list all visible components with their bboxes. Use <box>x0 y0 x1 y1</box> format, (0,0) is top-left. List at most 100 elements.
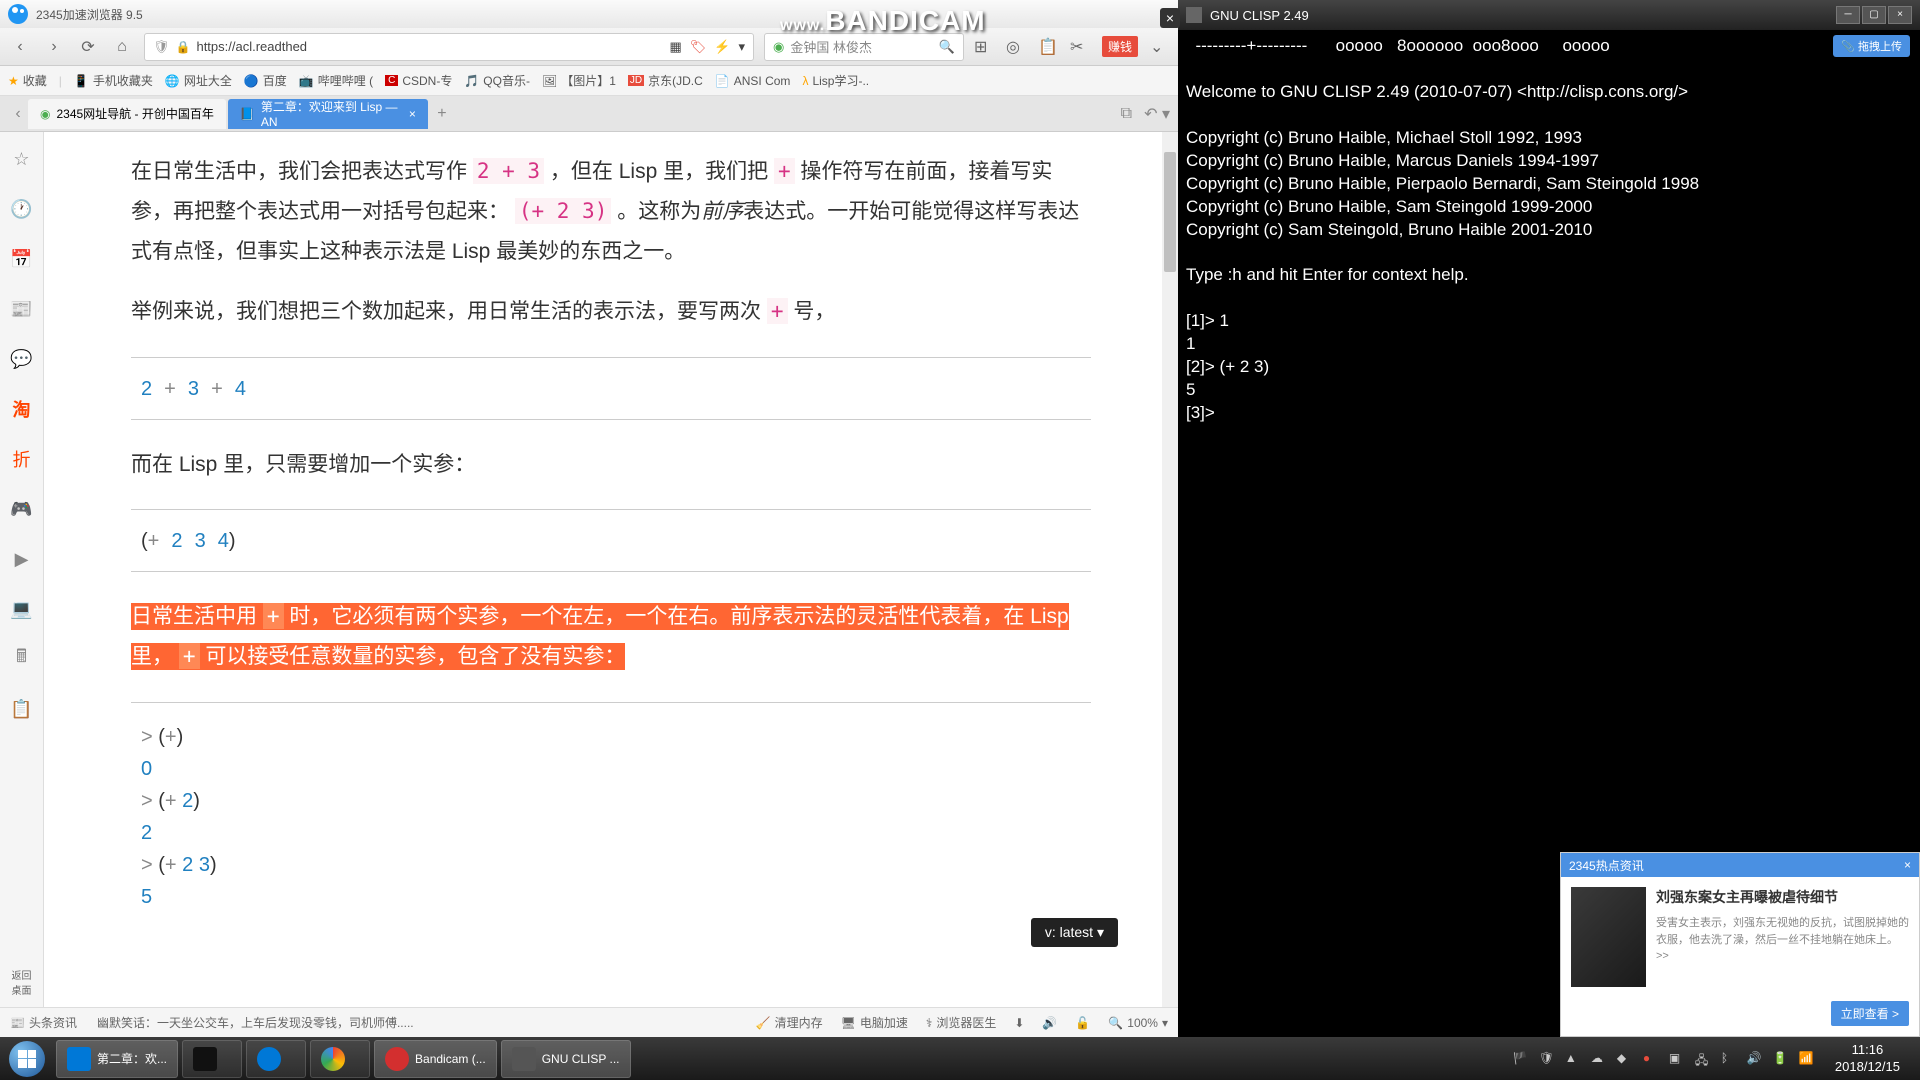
taskbar-clock[interactable]: 11:16 2018/12/15 <box>1825 1042 1910 1076</box>
start-button[interactable] <box>0 1037 54 1080</box>
taskbar-item-cmd[interactable] <box>182 1040 242 1078</box>
taskbar-item-bandicam[interactable]: Bandicam (... <box>374 1040 497 1078</box>
clean-memory-button[interactable]: 🧹清理内存 <box>756 1014 823 1031</box>
status-joke[interactable]: 幽默笑话：一天坐公交车，上车后发现没零钱，司机师傅..... <box>97 1014 414 1031</box>
bookmark-item[interactable]: 📺哔哩哔哩 ( <box>299 72 373 89</box>
bookmark-item[interactable]: JD京东(JD.C <box>628 72 703 89</box>
tray-rec-icon[interactable]: ● <box>1643 1051 1659 1067</box>
grid-icon[interactable]: ⊞ <box>974 37 994 57</box>
tray-up-icon[interactable]: ▲ <box>1565 1051 1581 1067</box>
bookmark-item[interactable]: 📄ANSI Com <box>715 74 791 88</box>
rail-news-icon[interactable]: 📰 <box>10 297 34 321</box>
taskbar-item-chrome[interactable] <box>310 1040 370 1078</box>
tray-wifi-icon[interactable]: 📶 <box>1799 1051 1815 1067</box>
news-close-button[interactable]: × <box>1904 858 1911 872</box>
maximize-button[interactable]: ▢ <box>1862 6 1886 24</box>
paragraph: 举例来说，我们想把三个数加起来，用日常生活的表示法，要写两次 + 号， <box>131 292 1091 332</box>
tray-item-icon[interactable]: ▣ <box>1669 1051 1685 1067</box>
new-tab-button[interactable]: + <box>430 105 454 123</box>
url-text: https://acl.readthed <box>196 39 307 54</box>
tray-cloud-icon[interactable]: ☁ <box>1591 1051 1607 1067</box>
tray-flag-icon[interactable]: 🏴 <box>1513 1051 1529 1067</box>
rail-calc-icon[interactable]: 🖩 <box>10 647 34 671</box>
tag-icon[interactable]: 🏷 <box>690 39 707 55</box>
favorites-button[interactable]: ★收藏 <box>8 72 47 89</box>
minimize-button[interactable]: ─ <box>1836 6 1860 24</box>
scrollbar-thumb[interactable] <box>1164 152 1176 272</box>
tab-lisp-doc[interactable]: 📘 第二章：欢迎来到 Lisp — AN × <box>228 99 428 129</box>
rail-list-icon[interactable]: 📋 <box>10 697 34 721</box>
status-bar: 📰头条资讯 幽默笑话：一天坐公交车，上车后发现没零钱，司机师傅..... 🧹清理… <box>0 1007 1178 1037</box>
bookmark-item[interactable]: 🌐网址大全 <box>165 72 232 89</box>
rail-star-icon[interactable]: ☆ <box>10 147 34 171</box>
back-button[interactable]: ‹ <box>8 35 32 59</box>
rail-taobao-icon[interactable]: 淘 <box>10 397 34 421</box>
bookmark-item[interactable]: 🎵QQ音乐- <box>464 72 530 89</box>
tray-shield-icon[interactable]: 🛡 <box>1539 1051 1555 1067</box>
browser-titlebar: 2345加速浏览器 9.5 <box>0 0 1178 28</box>
tray-battery-icon[interactable]: 🔋 <box>1773 1051 1789 1067</box>
news-popup: 2345热点资讯 × 刘强东案女主再曝被虐待细节 受害女主表示，刘强东无视她的反… <box>1560 852 1920 1037</box>
scissors-icon[interactable]: ✂ <box>1070 37 1090 57</box>
tab-close-button[interactable]: × <box>409 107 416 121</box>
terminal-output[interactable]: ---------+--------- ooooo 8oooooo ooo8oo… <box>1178 30 1920 430</box>
bookmark-item[interactable]: CCSDN-专 <box>385 72 452 89</box>
version-badge[interactable]: v: latest ▾ <box>1031 918 1118 947</box>
search-icon[interactable]: 🔍 <box>939 39 955 55</box>
news-description: 受害女主表示，刘强东无视她的反抗，试图脱掉她的衣服，他去洗了澡，然后一丝不挂地躺… <box>1656 915 1909 965</box>
bookmark-item[interactable]: 🔵百度 <box>244 72 287 89</box>
bookmark-item[interactable]: λLisp学习-.. <box>802 72 869 89</box>
address-bar[interactable]: 🛡 🔒 https://acl.readthed ▦ 🏷 ⚡ ▾ <box>144 33 754 61</box>
upload-badge[interactable]: 📎 拖拽上传 <box>1833 35 1910 57</box>
tray-bluetooth-icon[interactable]: ᛒ <box>1721 1051 1737 1067</box>
doctor-button[interactable]: ⚕浏览器医生 <box>926 1014 997 1031</box>
speed-button[interactable]: 🖥电脑加速 <box>841 1014 908 1031</box>
zoom-control[interactable]: 🔍 100% ▾ <box>1108 1016 1168 1030</box>
chrome-icon <box>321 1047 345 1071</box>
rail-pc-icon[interactable]: 💻 <box>10 597 34 621</box>
taskbar-item-ie[interactable] <box>246 1040 306 1078</box>
split-icon[interactable]: ⧉ <box>1121 105 1132 123</box>
qr-icon[interactable]: ▦ <box>669 39 681 55</box>
tray-network-icon[interactable]: 🖧 <box>1695 1051 1711 1067</box>
lightning-icon[interactable]: ⚡ <box>714 39 730 55</box>
close-button[interactable]: × <box>1888 6 1912 24</box>
news-view-button[interactable]: 立即查看 > <box>1831 1001 1909 1026</box>
tray-app-icon[interactable]: ◆ <box>1617 1051 1633 1067</box>
news-title[interactable]: 刘强东案女主再曝被虐待细节 <box>1656 887 1909 907</box>
forward-button[interactable]: › <box>42 35 66 59</box>
inline-code: + <box>263 603 284 629</box>
broom-icon: 🧹 <box>756 1016 771 1030</box>
bookmark-item[interactable]: 🖼【图片】1 <box>542 72 616 89</box>
dropdown-icon[interactable]: ▾ <box>738 39 745 55</box>
tab-nav-home[interactable]: ◉ 2345网址导航 - 开创中国百年 <box>28 99 226 129</box>
circle-icon[interactable]: ◎ <box>1006 37 1026 57</box>
undo-icon[interactable]: ↶ ▾ <box>1144 104 1170 124</box>
reload-button[interactable]: ⟳ <box>76 35 100 59</box>
bandicam-close-icon[interactable]: × <box>1160 8 1180 28</box>
taskbar-item-clisp[interactable]: GNU CLISP ... <box>501 1040 631 1078</box>
bookmark-item[interactable]: 📱手机收藏夹 <box>74 72 153 89</box>
chevron-down-icon[interactable]: ⌄ <box>1150 37 1170 57</box>
taskbar-item-browser[interactable]: 第二章：欢... <box>56 1040 178 1078</box>
monitor-icon: 🖥 <box>841 1016 856 1030</box>
shield-icon: 🛡 <box>153 39 170 55</box>
rail-calendar-icon[interactable]: 📅 <box>10 247 34 271</box>
rail-chat-icon[interactable]: 💬 <box>10 347 34 371</box>
rail-discount-icon[interactable]: 折 <box>10 447 34 471</box>
status-news[interactable]: 📰头条资讯 <box>10 1014 77 1031</box>
tab-scroll-left[interactable]: ‹ <box>8 105 28 123</box>
stethoscope-icon: ⚕ <box>926 1016 933 1030</box>
calendar-icon[interactable]: 📋 <box>1038 37 1058 57</box>
lock-status-icon[interactable]: 🔓 <box>1075 1016 1090 1030</box>
volume-icon[interactable]: 🔊 <box>1042 1016 1057 1030</box>
earn-button[interactable]: 赚钱 <box>1102 36 1138 57</box>
rail-desktop-button[interactable]: 返回 桌面 <box>12 967 32 997</box>
rail-game-icon[interactable]: 🎮 <box>10 497 34 521</box>
download-icon[interactable]: ⬇ <box>1014 1016 1024 1030</box>
tray-volume-icon[interactable]: 🔊 <box>1747 1051 1763 1067</box>
scrollbar-vertical[interactable] <box>1162 132 1178 1007</box>
home-button[interactable]: ⌂ <box>110 35 134 59</box>
rail-history-icon[interactable]: 🕐 <box>10 197 34 221</box>
rail-video-icon[interactable]: ▶ <box>10 547 34 571</box>
